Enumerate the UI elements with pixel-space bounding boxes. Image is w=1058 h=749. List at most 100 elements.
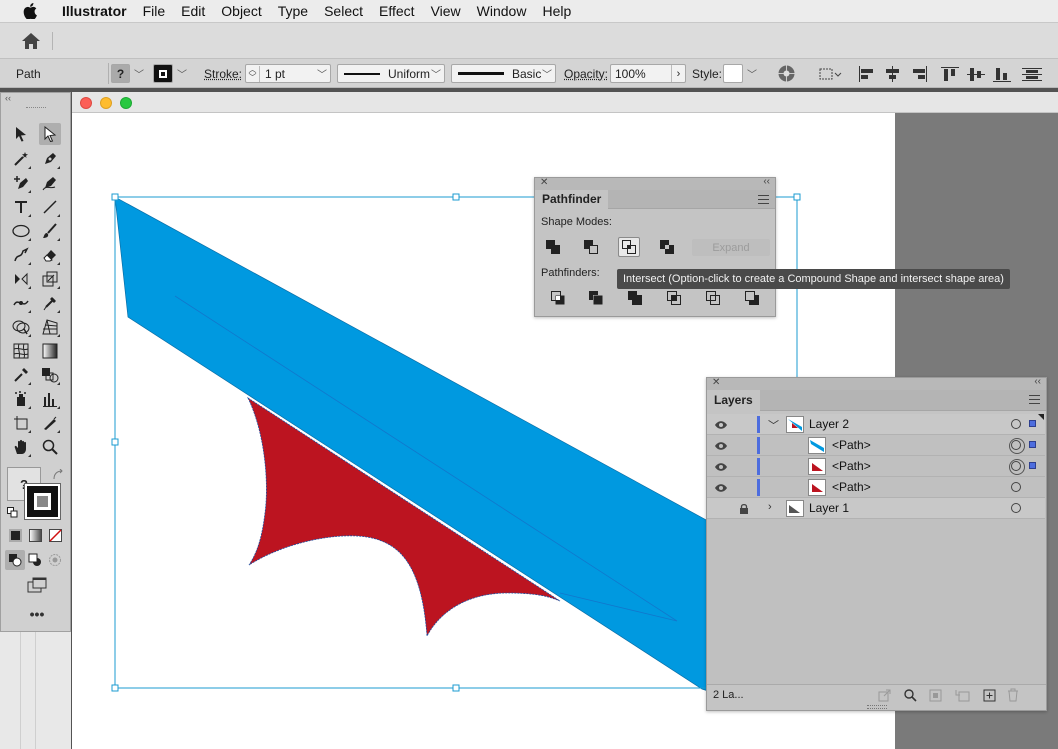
target-icon[interactable] — [1011, 503, 1021, 513]
tab-layers[interactable]: Layers — [707, 390, 760, 411]
close-panel-icon[interactable]: ✕ — [712, 377, 720, 388]
sublayer-row[interactable]: <Path> — [707, 456, 1045, 477]
minus-front-icon[interactable] — [580, 237, 602, 257]
collapse-icon[interactable]: ‹‹ — [5, 93, 11, 103]
search-icon[interactable] — [904, 689, 917, 705]
merge-icon[interactable] — [624, 288, 646, 308]
menu-edit[interactable]: Edit — [173, 0, 213, 23]
zoom-window-button[interactable] — [120, 97, 132, 109]
home-icon[interactable] — [20, 31, 42, 51]
new-layer-icon[interactable] — [983, 689, 996, 705]
color-mode-icon[interactable] — [5, 526, 25, 544]
layer-name[interactable]: Layer 2 — [809, 417, 849, 431]
stroke-color-box[interactable] — [24, 483, 61, 520]
ellipse-tool-icon[interactable] — [10, 220, 32, 242]
fill-swatch[interactable]: ? — [111, 64, 130, 83]
minus-back-icon[interactable] — [741, 288, 763, 308]
type-tool-icon[interactable] — [10, 196, 32, 218]
align-top-icon[interactable] — [941, 64, 959, 83]
gradient-mode-icon[interactable] — [25, 526, 45, 544]
stroke-label[interactable]: Stroke: — [204, 64, 242, 83]
eye-icon[interactable] — [715, 482, 727, 492]
target-icon[interactable] — [1011, 482, 1021, 492]
tab-pathfinder[interactable]: Pathfinder — [535, 190, 609, 209]
fill-dropdown-chevron-icon[interactable]: ﹀ — [134, 64, 144, 83]
divide-icon[interactable] — [547, 288, 569, 308]
align-center-icon[interactable] — [884, 64, 902, 83]
direct-selection-tool-icon[interactable] — [39, 123, 61, 145]
line-segment-tool-icon[interactable] — [39, 196, 61, 218]
gradient-tool-icon[interactable] — [39, 340, 61, 362]
opacity-field[interactable]: 100% › — [610, 64, 686, 83]
graphic-style-swatch[interactable] — [723, 64, 743, 83]
menu-help[interactable]: Help — [534, 0, 579, 23]
eye-icon[interactable] — [715, 419, 727, 429]
puppet-warp-tool-icon[interactable] — [39, 292, 61, 314]
align-bottom-icon[interactable] — [993, 64, 1011, 83]
variable-width-profile-dropdown[interactable]: Uniform ﹀ — [337, 64, 445, 83]
add-anchor-point-tool-icon[interactable] — [10, 172, 32, 194]
shaper-tool-icon[interactable] — [10, 244, 32, 266]
symbol-sprayer-tool-icon[interactable] — [10, 388, 32, 410]
path-name[interactable]: <Path> — [832, 438, 871, 452]
collapse-panel-icon[interactable]: ‹‹ — [1034, 376, 1041, 387]
opacity-label[interactable]: Opacity: — [564, 64, 608, 83]
sublayer-row[interactable]: <Path> — [707, 477, 1045, 498]
path-name[interactable]: <Path> — [832, 480, 871, 494]
menu-window[interactable]: Window — [469, 0, 535, 23]
clipping-mask-icon[interactable] — [929, 689, 942, 705]
draw-normal-icon[interactable] — [5, 550, 25, 570]
eye-icon[interactable] — [715, 461, 727, 471]
selection-indicator[interactable] — [1029, 462, 1036, 469]
stepper-icon[interactable]: ︿ ﹀ — [246, 65, 260, 82]
expand-chevron-down-icon[interactable]: ﹀ — [768, 417, 779, 433]
more-tools-icon[interactable]: ••• — [25, 606, 49, 622]
magic-wand-tool-icon[interactable] — [10, 148, 32, 170]
menu-effect[interactable]: Effect — [371, 0, 423, 23]
minimize-window-button[interactable] — [100, 97, 112, 109]
chevron-right-icon[interactable]: › — [671, 65, 685, 82]
stroke-dropdown-chevron-icon[interactable]: ﹀ — [177, 64, 187, 83]
align-middle-icon[interactable] — [967, 64, 985, 83]
mesh-tool-icon[interactable] — [10, 340, 32, 362]
swap-fill-stroke-icon[interactable] — [51, 468, 65, 482]
eyedropper-tool-icon[interactable] — [10, 364, 32, 386]
panel-menu-icon[interactable] — [758, 195, 769, 204]
trim-icon[interactable] — [585, 288, 607, 308]
recolor-artwork-icon[interactable] — [777, 64, 796, 83]
zoom-tool-icon[interactable] — [39, 436, 61, 458]
sublayer-row[interactable]: <Path> — [707, 435, 1045, 456]
slice-tool-icon[interactable] — [39, 412, 61, 434]
screen-mode-icon[interactable] — [25, 575, 49, 595]
perspective-grid-tool-icon[interactable] — [39, 316, 61, 338]
target-icon[interactable] — [1011, 419, 1021, 429]
distribute-icon[interactable] — [1022, 64, 1042, 83]
panel-grip[interactable] — [26, 107, 46, 110]
brush-definition-dropdown[interactable]: Basic ﹀ — [451, 64, 556, 83]
chevron-down-icon[interactable]: ﹀ — [317, 66, 327, 81]
default-fill-stroke-icon[interactable] — [5, 505, 19, 519]
menu-object[interactable]: Object — [213, 0, 269, 23]
column-graph-tool-icon[interactable] — [39, 388, 61, 410]
unite-icon[interactable] — [542, 237, 564, 257]
menu-view[interactable]: View — [423, 0, 469, 23]
exclude-icon[interactable] — [656, 237, 678, 257]
trash-icon[interactable] — [1007, 688, 1019, 705]
stroke-weight-field[interactable]: ︿ ﹀ 1 pt ﹀ — [245, 64, 331, 83]
stroke-swatch[interactable] — [153, 64, 173, 83]
path-name[interactable]: <Path> — [832, 459, 871, 473]
collapse-panel-icon[interactable]: ‹‹ — [763, 176, 770, 187]
target-icon[interactable] — [1009, 438, 1025, 454]
panel-menu-icon[interactable] — [1029, 395, 1040, 404]
close-panel-icon[interactable]: ✕ — [540, 177, 548, 188]
eraser-tool-icon[interactable] — [39, 244, 61, 266]
none-mode-icon[interactable] — [45, 526, 65, 544]
layer-row[interactable]: ﹀ Layer 2 — [707, 414, 1045, 435]
new-sublayer-icon[interactable] — [955, 689, 970, 705]
menu-type[interactable]: Type — [270, 0, 316, 23]
selection-indicator[interactable] — [1029, 441, 1036, 448]
selection-indicator[interactable] — [1029, 420, 1036, 427]
menu-app-name[interactable]: Illustrator — [54, 0, 135, 23]
layer-name[interactable]: Layer 1 — [809, 501, 849, 515]
rotate-tool-icon[interactable] — [10, 268, 32, 290]
